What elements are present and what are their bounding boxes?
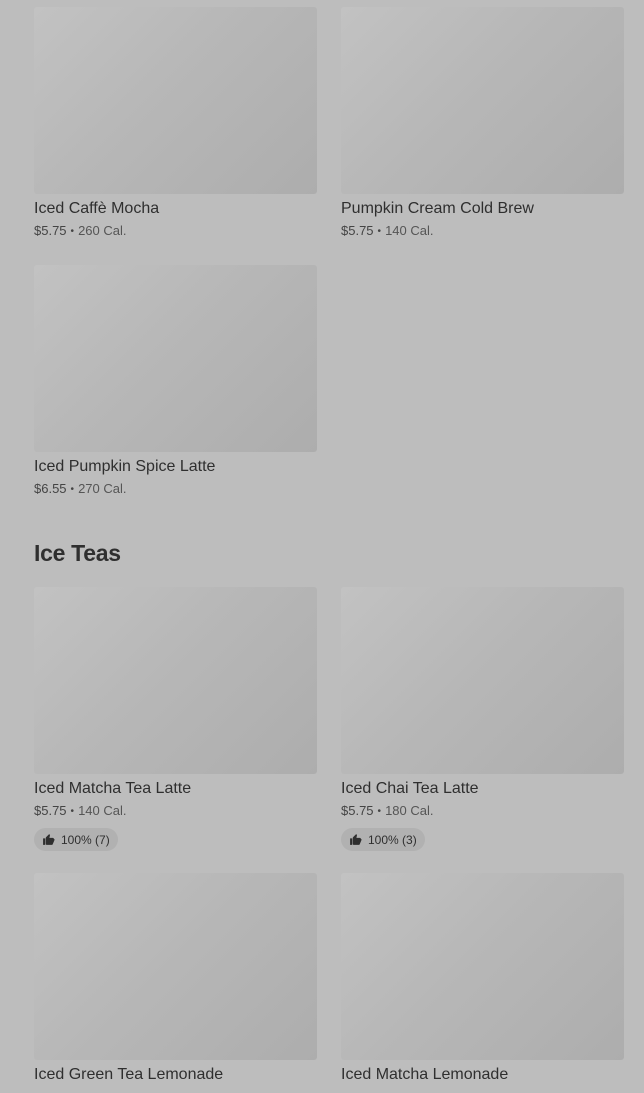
item-name: Iced Chai Tea Latte	[341, 780, 479, 797]
item-price: $5.75	[341, 223, 374, 238]
separator-dot: •	[70, 484, 75, 495]
top-strip	[0, 0, 644, 6]
separator-dot: •	[70, 226, 75, 237]
thumbs-up-icon	[43, 834, 55, 845]
item-name: Iced Green Tea Lemonade	[34, 1066, 224, 1083]
item-image-placeholder[interactable]	[34, 7, 317, 194]
menu-item-card[interactable]: Iced Matcha Tea Latte $5.75 • 140 Cal. 100…	[34, 587, 317, 873]
item-price: $5.75	[34, 803, 67, 818]
item-name: Iced Pumpkin Spice Latte	[34, 458, 216, 475]
section-title-ice-teas: Ice Teas	[34, 540, 121, 566]
item-name: Iced Matcha Lemonade	[341, 1066, 509, 1083]
item-image-placeholder[interactable]	[34, 873, 317, 1060]
item-image-placeholder[interactable]	[341, 587, 624, 774]
item-price: $5.75	[341, 803, 374, 818]
item-calories: 180 Cal.	[385, 803, 434, 818]
item-meta: $5.75 • 140 Cal.	[34, 803, 317, 820]
rating-badge: 100% (7)	[34, 828, 118, 851]
separator-dot: •	[70, 806, 75, 817]
menu-item-card[interactable]: Iced Chai Tea Latte $5.75 • 180 Cal. 100% …	[341, 587, 624, 873]
item-name: Pumpkin Cream Cold Brew	[341, 200, 534, 217]
item-name: Iced Matcha Tea Latte	[34, 780, 192, 797]
item-image-placeholder[interactable]	[341, 7, 624, 194]
rating-badge: 100% (3)	[341, 828, 425, 851]
menu-item-card[interactable]: Iced Green Tea Lemonade	[34, 873, 317, 1093]
thumbs-up-icon	[350, 834, 362, 845]
menu-page: Iced Caffè Mocha $5.75 • 260 Cal. Pumpkin …	[0, 0, 644, 1093]
item-image-placeholder[interactable]	[34, 587, 317, 774]
item-image-placeholder[interactable]	[341, 873, 624, 1060]
item-calories: 260 Cal.	[78, 223, 127, 238]
menu-grid-ice-teas: Iced Matcha Tea Latte $5.75 • 140 Cal. 100…	[34, 587, 624, 1093]
separator-dot: •	[377, 226, 382, 237]
item-meta: $5.75 • 180 Cal.	[341, 803, 624, 820]
item-meta: $6.55 • 270 Cal.	[34, 481, 317, 498]
rating-text: 100% (3)	[368, 832, 417, 847]
item-meta: $5.75 • 140 Cal.	[341, 223, 624, 240]
separator-dot: •	[377, 806, 382, 817]
item-name: Iced Caffè Mocha	[34, 200, 160, 217]
menu-grid-coffee: Iced Caffè Mocha $5.75 • 260 Cal. Pumpkin …	[34, 7, 624, 523]
rating-text: 100% (7)	[61, 832, 110, 847]
item-price: $6.55	[34, 481, 67, 496]
menu-item-card[interactable]: Iced Caffè Mocha $5.75 • 260 Cal.	[34, 7, 317, 265]
item-meta: $5.75 • 260 Cal.	[34, 223, 317, 240]
item-calories: 270 Cal.	[78, 481, 127, 496]
item-image-placeholder[interactable]	[34, 265, 317, 452]
item-price: $5.75	[34, 223, 67, 238]
menu-item-card[interactable]: Iced Pumpkin Spice Latte $6.55 • 270 Cal.	[34, 265, 317, 523]
item-calories: 140 Cal.	[385, 223, 434, 238]
menu-item-card[interactable]: Pumpkin Cream Cold Brew $5.75 • 140 Cal.	[341, 7, 624, 265]
item-calories: 140 Cal.	[78, 803, 127, 818]
menu-item-card[interactable]: Iced Matcha Lemonade	[341, 873, 624, 1093]
